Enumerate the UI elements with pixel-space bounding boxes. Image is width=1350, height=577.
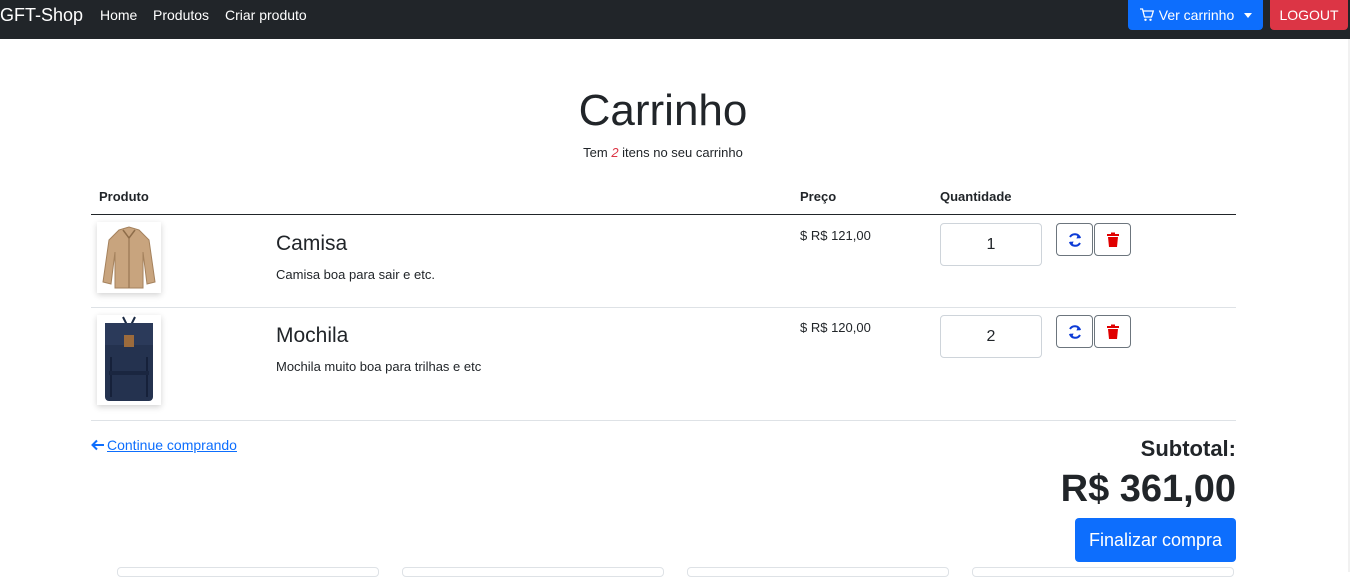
arrow-left-icon: [91, 439, 104, 451]
product-name[interactable]: Mochila: [276, 324, 348, 348]
row-divider: [91, 420, 1236, 421]
view-cart-button[interactable]: Ver carrinho: [1128, 0, 1263, 30]
row-divider: [91, 307, 1236, 308]
update-quantity-button[interactable]: [1056, 315, 1093, 348]
product-image-backpack: [97, 315, 161, 405]
subtotal-value: R$ 361,00: [1060, 468, 1236, 510]
refresh-icon: [1068, 232, 1081, 247]
table-header-divider: [91, 214, 1236, 215]
cart-count-prefix: Tem: [583, 145, 612, 160]
subtotal-label: Subtotal:: [1140, 436, 1236, 461]
trash-icon: [1106, 232, 1119, 247]
checkout-button[interactable]: Finalizar compra: [1075, 518, 1236, 562]
remove-item-button[interactable]: [1094, 315, 1131, 348]
remove-item-button[interactable]: [1094, 223, 1131, 256]
trash-icon: [1106, 324, 1119, 339]
product-card: [402, 567, 664, 577]
header-quantity: Quantidade: [940, 189, 1012, 204]
product-card: [972, 567, 1234, 577]
caret-down-icon: [1244, 12, 1253, 18]
nav-link-home[interactable]: Home: [100, 7, 137, 23]
nav-link-produtos[interactable]: Produtos: [153, 7, 209, 23]
cart-count-number: 2: [611, 145, 619, 160]
refresh-icon: [1068, 324, 1081, 339]
continue-shopping-label: Continue comprando: [107, 437, 237, 453]
update-quantity-button[interactable]: [1056, 223, 1093, 256]
brand-logo[interactable]: GFT-Shop: [0, 5, 83, 26]
product-price: $ R$ 120,00: [800, 320, 871, 335]
header-product: Produto: [99, 189, 149, 204]
page-title: Carrinho: [578, 86, 748, 135]
cart-count-suffix: itens no seu carrinho: [618, 145, 743, 160]
product-name[interactable]: Camisa: [276, 232, 347, 256]
product-card: [687, 567, 949, 577]
product-image-jacket: [97, 222, 161, 293]
continue-shopping-link[interactable]: Continue comprando: [91, 437, 237, 453]
quantity-input[interactable]: 1: [940, 223, 1042, 266]
product-card: [117, 567, 379, 577]
nav-link-criar-produto[interactable]: Criar produto: [225, 7, 307, 23]
quantity-input[interactable]: 2: [940, 315, 1042, 358]
cart-count-text: Tem 2 itens no seu carrinho: [0, 145, 1326, 160]
cart-icon: [1139, 8, 1154, 21]
top-navbar: GFT-Shop Home Produtos Criar produto Ver…: [0, 0, 1350, 39]
logout-button[interactable]: LOGOUT: [1270, 0, 1348, 30]
header-price: Preço: [800, 189, 837, 204]
view-cart-label: Ver carrinho: [1158, 7, 1235, 23]
product-description: Mochila muito boa para trilhas e etc: [276, 359, 482, 374]
product-price: $ R$ 121,00: [800, 228, 871, 243]
product-description: Camisa boa para sair e etc.: [276, 267, 435, 282]
